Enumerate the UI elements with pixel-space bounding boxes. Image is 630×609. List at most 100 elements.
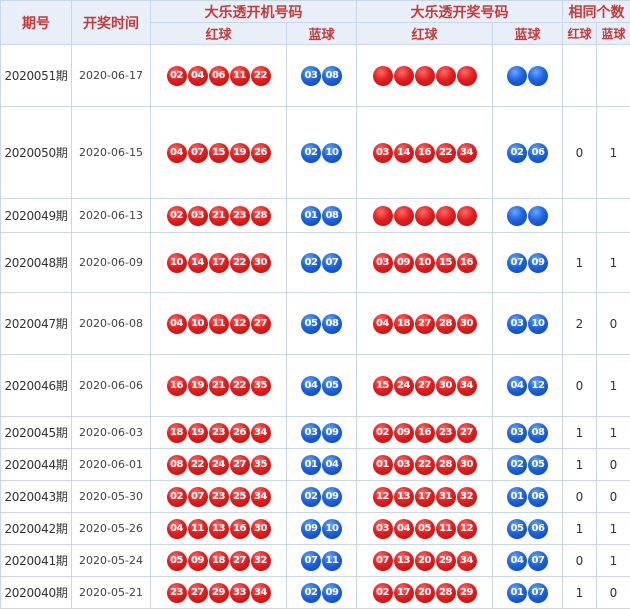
machine-red-balls: 04 11 13 16 30 xyxy=(150,512,287,545)
period-cell: 2020043期 xyxy=(0,480,72,513)
red-ball: 16 xyxy=(456,252,477,273)
red-ball: 16 xyxy=(229,518,250,539)
blue-ball: 03 xyxy=(301,422,321,443)
red-ball: 15 xyxy=(208,142,229,163)
blue-ball xyxy=(528,205,548,226)
same-blue-count: 0 xyxy=(596,576,630,609)
red-ball: 04 xyxy=(166,313,187,334)
machine-red-balls-group: 23 27 29 33 34 xyxy=(152,582,286,603)
red-ball: 27 xyxy=(456,422,477,443)
machine-red-balls-group: 02 04 06 11 22 xyxy=(152,65,286,86)
same-blue-count: 1 xyxy=(596,106,630,199)
blue-ball: 06 xyxy=(528,486,548,507)
red-ball: 02 xyxy=(166,205,187,226)
period-cell: 2020051期 xyxy=(0,44,72,107)
date-cell: 2020-06-13 xyxy=(71,198,151,233)
date-cell: 2020-05-24 xyxy=(71,544,151,577)
red-ball: 30 xyxy=(250,252,271,273)
header-period: 期号 xyxy=(0,0,72,45)
machine-red-balls-group: 04 11 13 16 30 xyxy=(152,518,286,539)
table-row: 2020047期 2020-06-08 04 10 11 12 27 05 08 04 18 27 28… xyxy=(0,292,630,355)
machine-red-balls: 05 09 18 27 32 xyxy=(150,544,287,577)
machine-red-balls-group: 04 07 15 19 26 xyxy=(152,142,286,163)
red-ball: 32 xyxy=(456,486,477,507)
same-red-count: 1 xyxy=(562,576,597,609)
red-ball: 18 xyxy=(393,313,414,334)
red-ball: 30 xyxy=(456,313,477,334)
red-ball: 22 xyxy=(414,454,435,475)
red-ball: 35 xyxy=(250,375,271,396)
red-ball: 34 xyxy=(250,486,271,507)
result-blue-balls: 02 06 xyxy=(492,106,563,199)
result-blue-balls-group: 01 07 xyxy=(494,582,562,603)
result-blue-balls-group xyxy=(494,65,562,86)
red-ball: 22 xyxy=(250,65,271,86)
table-row: 2020051期 2020-06-17 02 04 06 11 22 03 08 xyxy=(0,44,630,107)
red-ball: 09 xyxy=(187,550,208,571)
red-ball: 27 xyxy=(250,313,271,334)
red-ball xyxy=(414,65,435,86)
red-ball: 10 xyxy=(414,252,435,273)
result-blue-balls: 04 12 xyxy=(492,354,563,417)
red-ball: 07 xyxy=(187,142,208,163)
red-ball: 11 xyxy=(435,518,456,539)
red-ball: 11 xyxy=(208,313,229,334)
blue-ball: 07 xyxy=(528,550,548,571)
machine-red-balls: 18 19 23 26 34 xyxy=(150,416,287,449)
result-red-balls-group: 04 18 27 28 30 xyxy=(358,313,492,334)
result-blue-balls: 03 10 xyxy=(492,292,563,355)
machine-blue-balls-group: 02 09 xyxy=(288,486,356,507)
table-row: 2020046期 2020-06-06 16 19 21 22 35 04 05 15 24 27 30… xyxy=(0,354,630,417)
same-blue-count xyxy=(596,44,630,107)
period-cell: 2020044期 xyxy=(0,448,72,481)
machine-red-balls-group: 02 03 21 23 28 xyxy=(152,205,286,226)
red-ball: 04 xyxy=(187,65,208,86)
red-ball xyxy=(414,205,435,226)
red-ball: 34 xyxy=(456,142,477,163)
machine-blue-balls: 02 07 xyxy=(286,232,357,293)
red-ball: 09 xyxy=(393,422,414,443)
red-ball: 29 xyxy=(456,582,477,603)
red-ball: 28 xyxy=(435,582,456,603)
red-ball: 30 xyxy=(435,375,456,396)
machine-red-balls-group: 05 09 18 27 32 xyxy=(152,550,286,571)
result-red-balls: 15 24 27 30 34 xyxy=(356,354,493,417)
period-cell: 2020050期 xyxy=(0,106,72,199)
red-ball: 02 xyxy=(372,582,393,603)
result-red-balls: 04 18 27 28 30 xyxy=(356,292,493,355)
same-blue-count: 0 xyxy=(596,448,630,481)
blue-ball: 09 xyxy=(301,518,321,539)
table-row: 2020040期 2020-05-21 23 27 29 33 34 02 09 02 17 20 28… xyxy=(0,576,630,609)
red-ball xyxy=(372,205,393,226)
blue-ball: 01 xyxy=(301,454,321,475)
red-ball: 27 xyxy=(229,454,250,475)
same-red-count xyxy=(562,198,597,233)
result-blue-balls: 01 07 xyxy=(492,576,563,609)
blue-ball: 02 xyxy=(301,252,321,273)
red-ball: 10 xyxy=(187,313,208,334)
machine-blue-balls: 02 10 xyxy=(286,106,357,199)
red-ball: 32 xyxy=(250,550,271,571)
blue-ball: 01 xyxy=(507,486,527,507)
machine-red-balls-group: 10 14 17 22 30 xyxy=(152,252,286,273)
red-ball: 23 xyxy=(435,422,456,443)
red-ball: 04 xyxy=(393,518,414,539)
red-ball: 22 xyxy=(229,375,250,396)
blue-ball: 01 xyxy=(507,582,527,603)
table-row: 2020050期 2020-06-15 04 07 15 19 26 02 10 03 14 16 22… xyxy=(0,106,630,199)
result-red-balls-group xyxy=(358,65,492,86)
red-ball: 34 xyxy=(250,422,271,443)
red-ball: 22 xyxy=(435,142,456,163)
red-ball xyxy=(393,65,414,86)
blue-ball: 05 xyxy=(528,454,548,475)
red-ball xyxy=(435,65,456,86)
same-red-count: 0 xyxy=(562,480,597,513)
blue-ball: 04 xyxy=(507,550,527,571)
result-red-balls-group: 15 24 27 30 34 xyxy=(358,375,492,396)
date-cell: 2020-06-17 xyxy=(71,44,151,107)
machine-blue-balls: 01 08 xyxy=(286,198,357,233)
red-ball: 19 xyxy=(187,422,208,443)
red-ball: 16 xyxy=(166,375,187,396)
table-row: 2020049期 2020-06-13 02 03 21 23 28 01 08 xyxy=(0,198,630,233)
result-red-balls-group: 07 13 20 29 34 xyxy=(358,550,492,571)
